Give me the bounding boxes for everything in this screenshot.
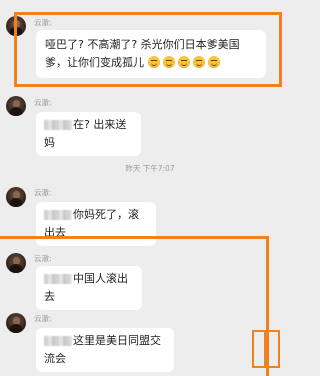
avatar[interactable] — [6, 96, 26, 116]
avatar[interactable] — [6, 187, 26, 207]
highlight-box-bottom — [0, 236, 269, 376]
redacted-mention — [44, 120, 72, 130]
sender-name: 云澈: — [34, 188, 52, 197]
highlight-box-top — [14, 12, 282, 87]
sender-name: 云澈: — [34, 98, 52, 107]
timestamp: 昨天 下午7:07 — [125, 164, 175, 173]
highlight-box-corner-2 — [264, 330, 280, 368]
redacted-mention — [44, 210, 72, 220]
message-bubble[interactable]: 在? 出来送妈 — [36, 112, 141, 156]
